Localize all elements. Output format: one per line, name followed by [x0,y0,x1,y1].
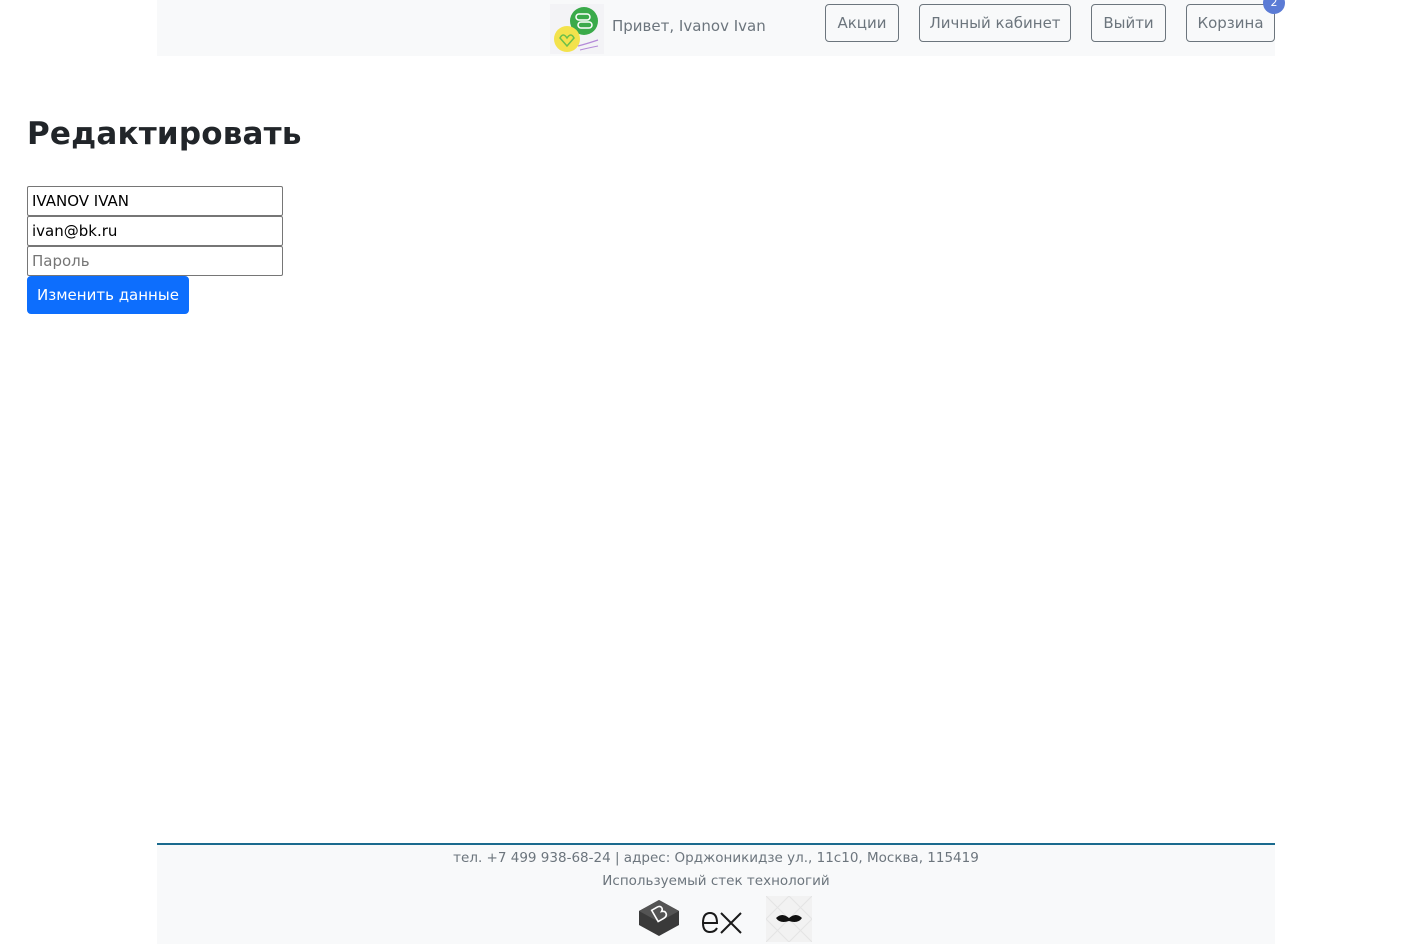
password-field[interactable] [27,246,283,276]
name-field[interactable] [27,186,283,216]
express-icon [701,911,742,934]
handlebars-icon [766,896,812,942]
personal-cabinet-button[interactable]: Личный кабинет [919,4,1071,42]
promotions-button[interactable]: Акции [825,4,899,42]
footer-contact-info: тел. +7 499 938-68-24 | адрес: Орджоники… [453,850,979,866]
greeting-text: Привет, Ivanov Ivan [612,17,766,35]
top-navbar: Привет, Ivanov Ivan Акции Личный кабинет… [157,0,1285,56]
page: Привет, Ivanov Ivan Акции Личный кабинет… [0,0,1425,944]
save-changes-button[interactable]: Изменить данные [27,276,189,314]
bootstrap-icon [639,900,679,936]
footer-stack-label: Используемый стек технологий [602,873,830,889]
email-field[interactable] [27,216,283,246]
page-title: Редактировать [27,116,302,152]
logout-button[interactable]: Выйти [1091,4,1166,42]
cart-button[interactable]: Корзина [1186,4,1275,42]
footer: тел. +7 499 938-68-24 | адрес: Орджоники… [157,843,1275,944]
pharmacy-logo-icon[interactable] [550,4,604,54]
